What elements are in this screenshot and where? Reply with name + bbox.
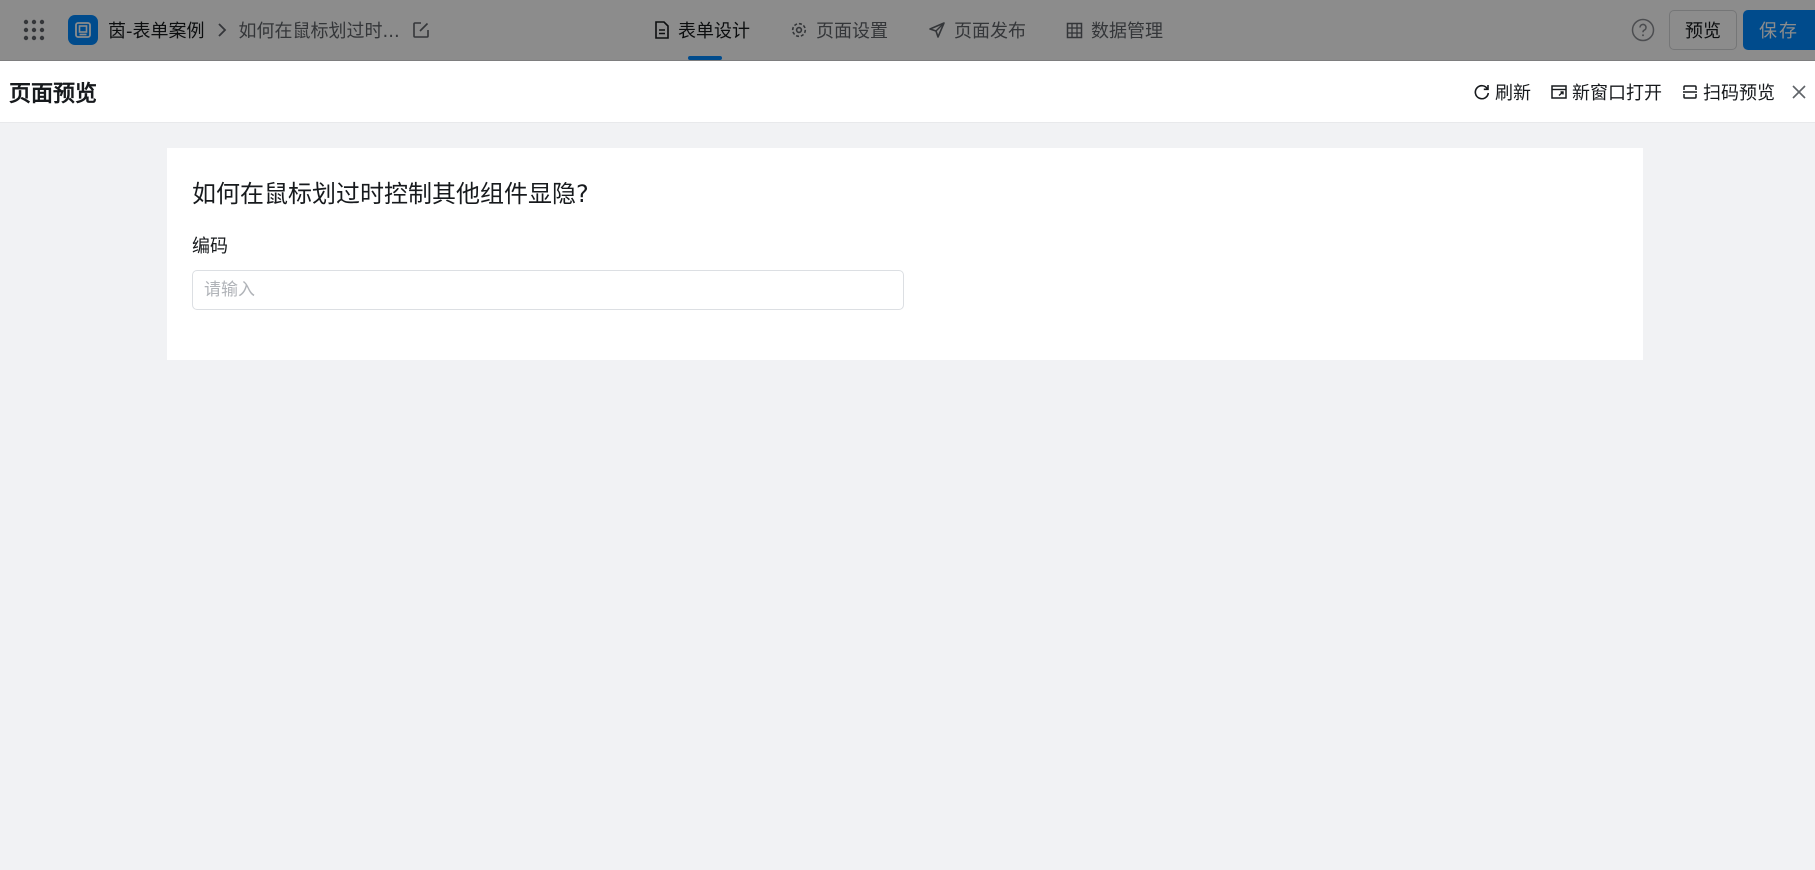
code-input[interactable] <box>192 270 904 310</box>
new-window-icon <box>1550 83 1568 101</box>
open-new-window-label: 新窗口打开 <box>1572 83 1662 104</box>
open-new-window-button[interactable]: 新窗口打开 <box>1550 79 1662 105</box>
close-icon[interactable] <box>1791 84 1807 100</box>
preview-header: 页面预览 刷新 新窗口打开 扫码预览 <box>0 61 1815 123</box>
form-card: 如何在鼠标划过时控制其他组件显隐? 编码 <box>167 148 1643 360</box>
code-field-label: 编码 <box>192 236 228 257</box>
overlay-mask[interactable] <box>0 0 1815 61</box>
form-title: 如何在鼠标划过时控制其他组件显隐? <box>192 180 589 208</box>
refresh-icon <box>1473 83 1491 101</box>
refresh-button[interactable]: 刷新 <box>1473 79 1531 105</box>
scan-preview-button[interactable]: 扫码预览 <box>1681 79 1775 105</box>
refresh-label: 刷新 <box>1495 83 1531 104</box>
preview-title: 页面预览 <box>9 82 98 107</box>
preview-actions: 刷新 新窗口打开 扫码预览 <box>1454 61 1807 123</box>
scan-icon <box>1681 83 1699 101</box>
scan-preview-label: 扫码预览 <box>1703 83 1775 104</box>
